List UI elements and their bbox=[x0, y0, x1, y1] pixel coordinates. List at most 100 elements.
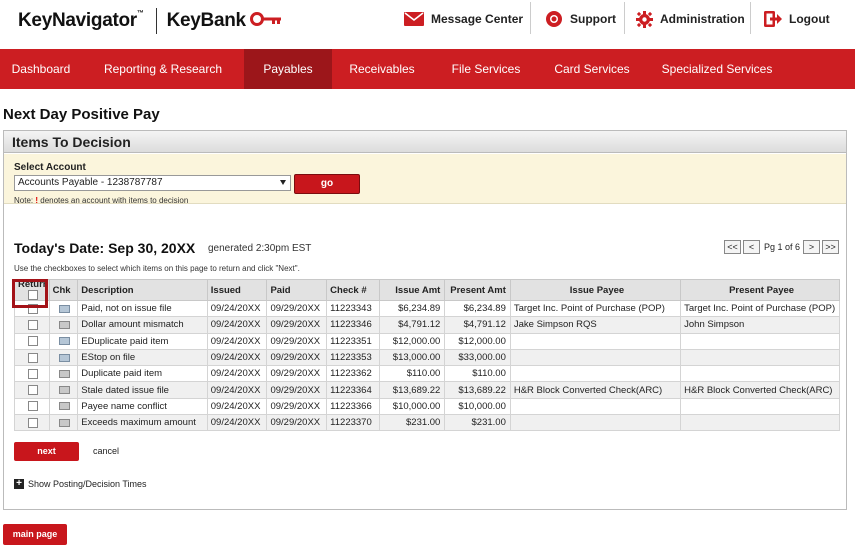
table-header-row: Return Chk Description Issued Paid Check… bbox=[14, 279, 840, 301]
row-description: Payee name conflict bbox=[77, 397, 208, 416]
row-paid: 09/29/20XX bbox=[266, 365, 328, 383]
plus-icon: + bbox=[14, 479, 24, 489]
next-button[interactable]: next bbox=[14, 442, 79, 461]
brand-divider bbox=[155, 8, 157, 34]
col-check-number[interactable]: Check # bbox=[326, 279, 380, 301]
utility-divider bbox=[530, 2, 531, 34]
message-center-link[interactable]: Message Center bbox=[404, 0, 523, 38]
return-checkbox[interactable] bbox=[28, 368, 39, 379]
utility-divider bbox=[624, 2, 625, 34]
next-page-button[interactable]: > bbox=[803, 240, 820, 254]
cancel-link[interactable]: cancel bbox=[93, 446, 119, 456]
row-present-payee: Target Inc. Point of Purchase (POP) bbox=[680, 299, 840, 318]
col-issued[interactable]: Issued bbox=[206, 279, 268, 301]
row-check-number: 11223362 bbox=[326, 365, 380, 383]
nav-specialized-services[interactable]: Specialized Services bbox=[644, 49, 790, 89]
row-description: EDuplicate paid item bbox=[77, 332, 208, 350]
row-paid: 09/29/20XX bbox=[266, 397, 328, 416]
go-button[interactable]: go bbox=[294, 174, 360, 194]
return-column-highlight bbox=[12, 279, 48, 308]
brand-logo: KeyNavigator™ KeyBank bbox=[18, 8, 282, 34]
check-image-icon[interactable] bbox=[59, 353, 71, 362]
main-page-button[interactable]: main page bbox=[3, 524, 67, 545]
table-row: EStop on file 09/24/20XX 09/29/20XX 1122… bbox=[14, 348, 840, 367]
return-checkbox[interactable] bbox=[28, 385, 39, 396]
row-check-number: 11223366 bbox=[326, 397, 380, 416]
row-paid: 09/29/20XX bbox=[266, 316, 328, 334]
top-header: KeyNavigator™ KeyBank Message Center Sup… bbox=[0, 0, 855, 49]
row-issue-amt: $12,000.00 bbox=[378, 332, 446, 350]
main-nav: Dashboard Reporting & Research Payables … bbox=[0, 49, 855, 89]
generated-time: generated 2:30pm EST bbox=[208, 243, 312, 254]
col-present-payee[interactable]: Present Payee bbox=[680, 279, 840, 301]
row-issue-payee bbox=[509, 348, 682, 367]
nav-payables[interactable]: Payables bbox=[244, 49, 332, 89]
row-present-payee bbox=[680, 414, 840, 432]
table-row: Dollar amount mismatch 09/24/20XX 09/29/… bbox=[14, 316, 840, 334]
row-issue-amt: $6,234.89 bbox=[378, 299, 446, 318]
row-issued: 09/24/20XX bbox=[206, 414, 268, 432]
row-description: Duplicate paid item bbox=[77, 365, 208, 383]
last-page-button[interactable]: >> bbox=[822, 240, 839, 254]
row-present-amt: $12,000.00 bbox=[444, 332, 511, 350]
row-issue-payee bbox=[509, 414, 682, 432]
row-present-payee: John Simpson bbox=[680, 316, 840, 334]
nav-dashboard[interactable]: Dashboard bbox=[0, 49, 82, 89]
check-image-icon[interactable] bbox=[59, 304, 71, 313]
row-present-amt: $33,000.00 bbox=[444, 348, 511, 367]
nav-receivables[interactable]: Receivables bbox=[332, 49, 432, 89]
row-paid: 09/29/20XX bbox=[266, 381, 328, 399]
row-paid: 09/29/20XX bbox=[266, 299, 328, 318]
return-checkbox[interactable] bbox=[28, 352, 39, 363]
row-issued: 09/24/20XX bbox=[206, 381, 268, 399]
check-image-icon[interactable] bbox=[59, 386, 71, 395]
return-checkbox[interactable] bbox=[28, 401, 39, 412]
account-selector-box: Select Account Accounts Payable - 123878… bbox=[4, 154, 846, 205]
items-table: Return Chk Description Issued Paid Check… bbox=[14, 279, 840, 432]
row-description: EStop on file bbox=[77, 348, 208, 367]
row-check-number: 11223370 bbox=[326, 414, 380, 432]
row-issue-amt: $13,000.00 bbox=[378, 348, 446, 367]
check-image-icon[interactable] bbox=[59, 402, 71, 411]
table-row: Duplicate paid item 09/24/20XX 09/29/20X… bbox=[14, 365, 840, 383]
row-issue-payee: Jake Simpson RQS bbox=[509, 316, 682, 334]
logout-icon bbox=[764, 11, 782, 27]
logout-link[interactable]: Logout bbox=[764, 0, 830, 38]
check-image-icon[interactable] bbox=[59, 320, 71, 329]
nav-reporting-research[interactable]: Reporting & Research bbox=[82, 49, 244, 89]
return-checkbox[interactable] bbox=[28, 319, 39, 330]
row-issue-payee bbox=[509, 397, 682, 416]
nav-card-services[interactable]: Card Services bbox=[540, 49, 644, 89]
row-issue-amt: $13,689.22 bbox=[378, 381, 446, 399]
row-issued: 09/24/20XX bbox=[206, 348, 268, 367]
col-present-amt[interactable]: Present Amt bbox=[444, 279, 511, 301]
row-present-payee: H&R Block Converted Check(ARC) bbox=[680, 381, 840, 399]
col-paid[interactable]: Paid bbox=[266, 279, 328, 301]
row-issued: 09/24/20XX bbox=[206, 365, 268, 383]
col-description[interactable]: Description bbox=[77, 279, 208, 301]
account-select[interactable]: Accounts Payable - 1238787787 bbox=[14, 175, 291, 191]
table-row: EDuplicate paid item 09/24/20XX 09/29/20… bbox=[14, 332, 840, 350]
prev-page-button[interactable]: < bbox=[742, 240, 760, 254]
row-paid: 09/29/20XX bbox=[266, 414, 328, 432]
nav-file-services[interactable]: File Services bbox=[432, 49, 540, 89]
table-row: Payee name conflict 09/24/20XX 09/29/20X… bbox=[14, 397, 840, 416]
chevron-down-icon bbox=[280, 180, 286, 185]
return-checkbox[interactable] bbox=[28, 336, 39, 347]
return-checkbox[interactable] bbox=[28, 417, 39, 428]
show-posting-times-toggle[interactable]: + Show Posting/Decision Times bbox=[14, 479, 147, 489]
check-image-icon[interactable] bbox=[59, 418, 71, 427]
first-page-button[interactable]: << bbox=[723, 240, 741, 254]
col-chk: Chk bbox=[48, 279, 79, 301]
support-link[interactable]: Support bbox=[545, 0, 616, 38]
check-image-icon[interactable] bbox=[59, 337, 71, 346]
keybank-wordmark: KeyBank bbox=[166, 10, 247, 31]
row-present-payee bbox=[680, 332, 840, 350]
panel-title: Items To Decision bbox=[4, 131, 846, 153]
items-panel: Items To Decision Select Account Account… bbox=[3, 130, 847, 510]
check-image-icon[interactable] bbox=[59, 369, 71, 378]
envelope-icon bbox=[404, 12, 424, 26]
administration-link[interactable]: Administration bbox=[636, 0, 745, 38]
col-issue-payee[interactable]: Issue Payee bbox=[509, 279, 682, 301]
col-issue-amt[interactable]: Issue Amt bbox=[378, 279, 446, 301]
